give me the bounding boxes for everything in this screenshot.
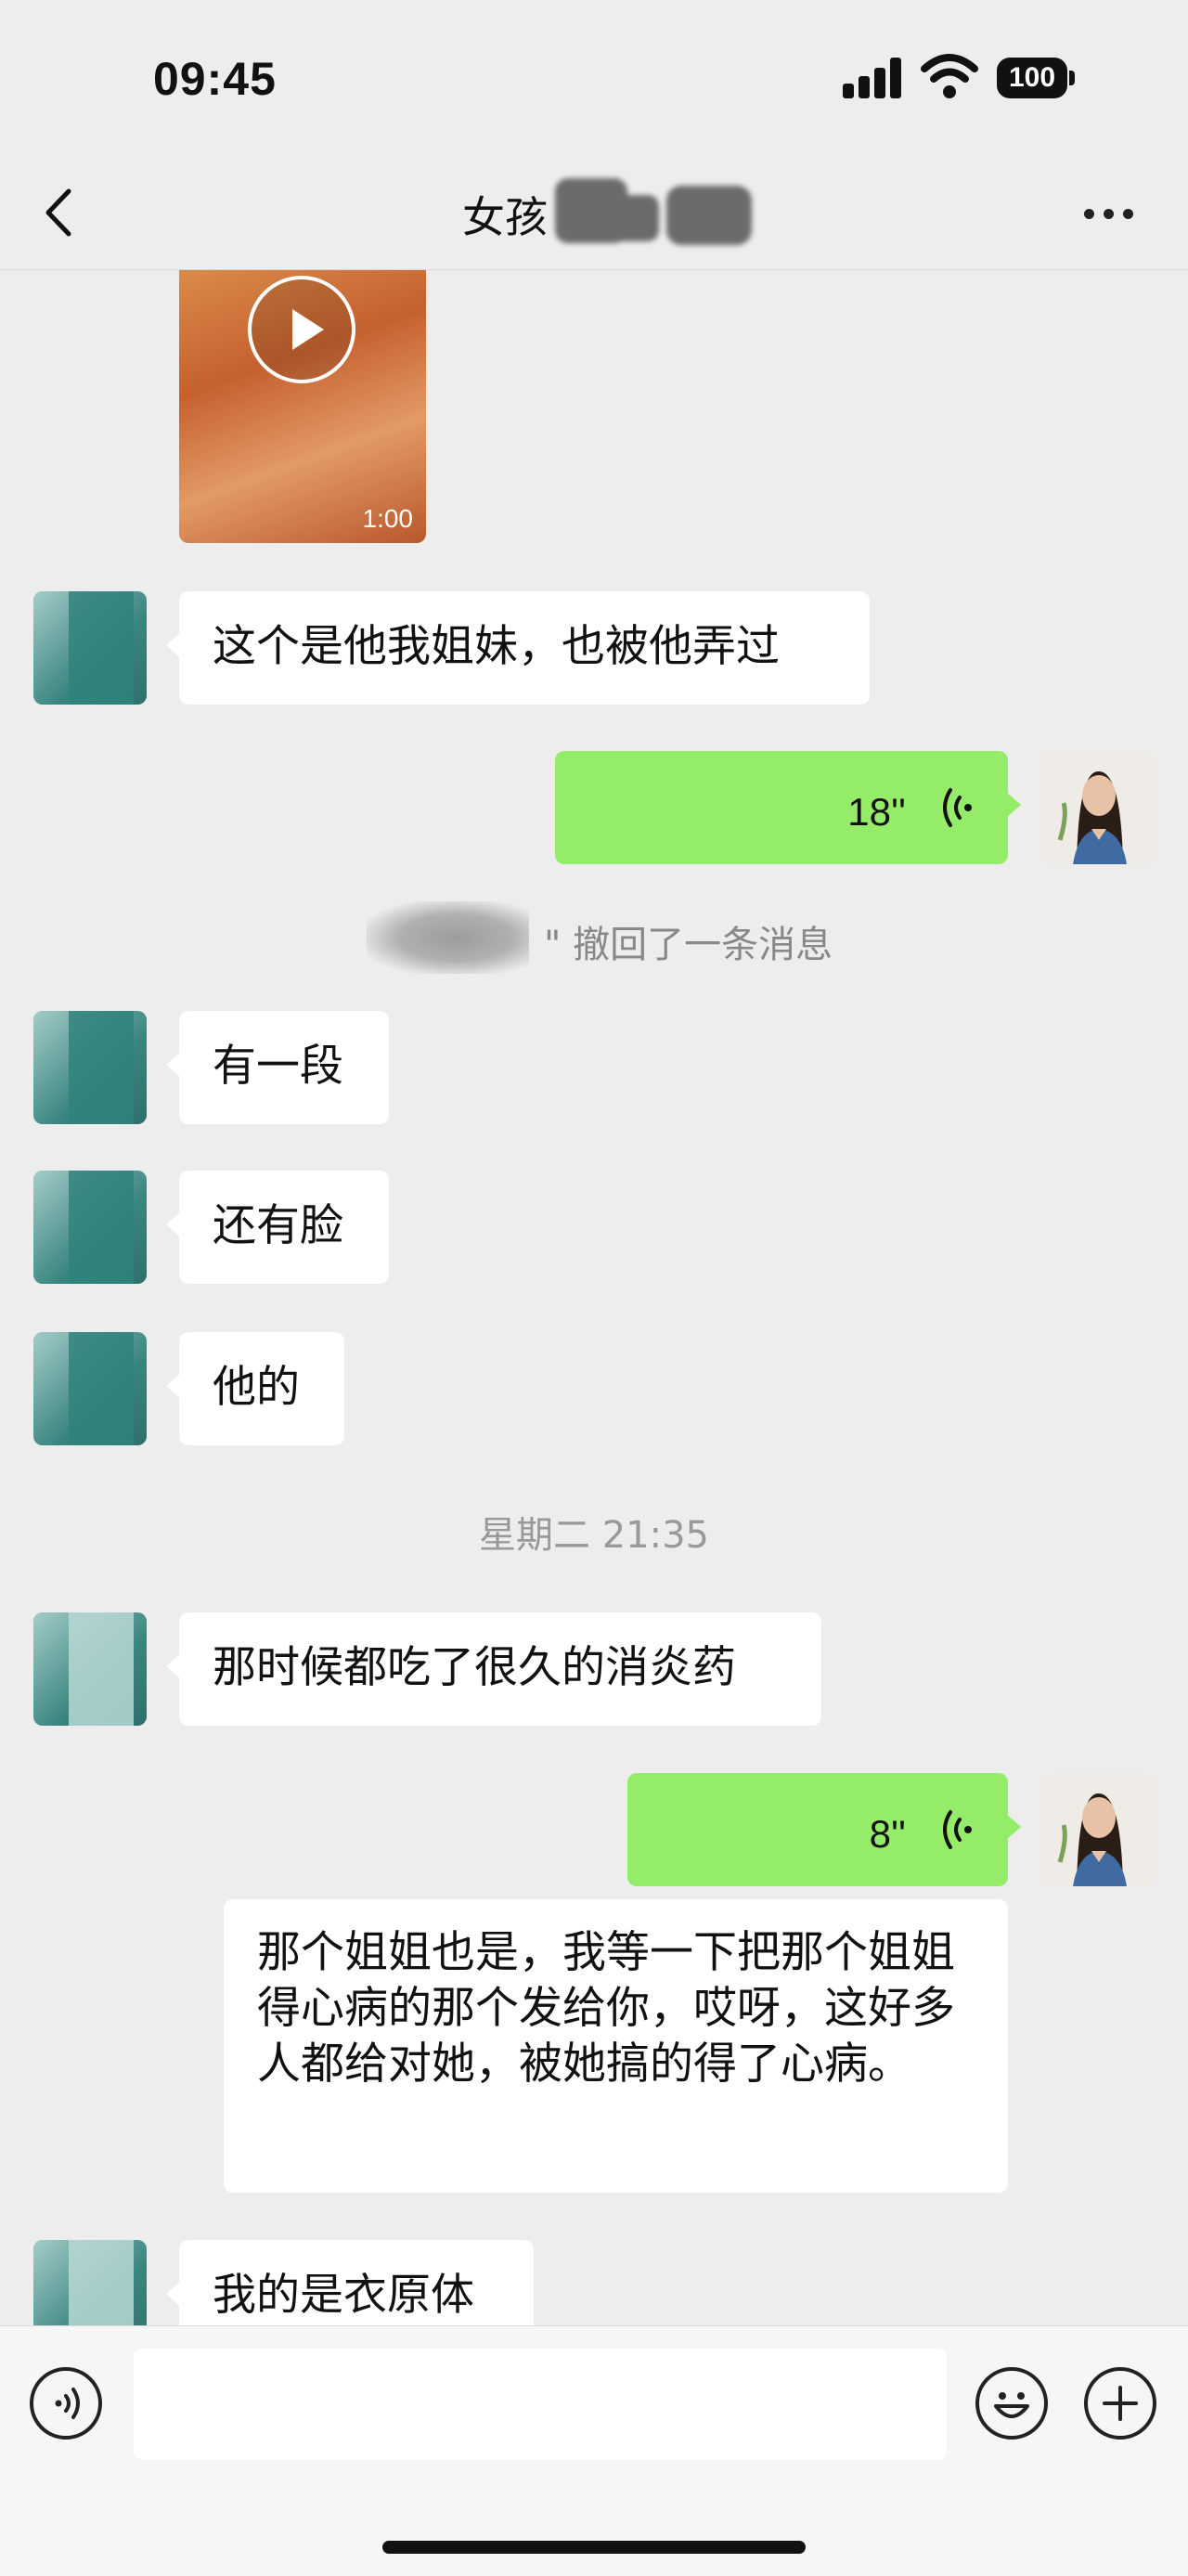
contact-avatar[interactable] [33, 1612, 147, 1726]
battery-level: 100 [997, 58, 1067, 98]
more-dots-icon[interactable] [1077, 186, 1142, 241]
voice-input-glyph [55, 2388, 80, 2419]
status-bar: 09:45 100 [0, 0, 1188, 158]
contact-avatar[interactable] [33, 1011, 147, 1124]
status-time: 09:45 [153, 53, 277, 105]
video-message[interactable]: 1:00 [179, 270, 426, 543]
recall-text: " 撤回了一条消息 [544, 924, 833, 966]
received-message[interactable]: 他的 [166, 1332, 344, 1445]
contact-avatar[interactable] [33, 2240, 147, 2325]
signal-icon [843, 58, 902, 98]
self-avatar-image [1041, 751, 1155, 864]
self-avatar[interactable] [1041, 1773, 1155, 1886]
redacted-name-scribble [555, 178, 752, 245]
received-message[interactable]: 还有脸 [166, 1171, 389, 1284]
plus-glyph [1103, 2386, 1138, 2421]
voice-message[interactable]: 8'' [627, 1773, 1021, 1886]
message-input[interactable] [134, 2349, 947, 2460]
chat-title: 女孩 [462, 192, 548, 242]
received-message[interactable]: 我的是衣原体 [166, 2240, 534, 2325]
emoji-icon[interactable] [975, 2367, 1048, 2440]
wifi-icon [921, 54, 978, 98]
voice-duration: 18'' [847, 790, 906, 834]
emoji-glyph [994, 2392, 1029, 2418]
chat-area[interactable]: 1:00 这个是他我姐妹，也被他弄过 18'' " 撤回了一条消息 有一段 还有… [0, 270, 1188, 2325]
plus-icon[interactable] [1084, 2367, 1156, 2440]
voice-wave-icon [943, 1810, 972, 1849]
redacted-sender [367, 901, 529, 974]
home-indicator[interactable] [382, 2541, 806, 2554]
voice-input-icon[interactable] [30, 2367, 102, 2440]
voice-transcript[interactable]: 那个姐姐也是，我等一下把那个姐姐得心病的那个发给你，哎呀，这好多人都给对她，被她… [224, 1899, 1008, 2193]
received-message[interactable]: 有一段 [166, 1011, 389, 1124]
battery-icon: 100 [997, 58, 1077, 98]
chat-header: 女孩 [0, 158, 1188, 270]
back-chevron-icon[interactable] [35, 176, 87, 249]
self-avatar[interactable] [1041, 751, 1155, 864]
play-icon[interactable] [248, 276, 355, 383]
received-message[interactable]: 这个是他我姐妹，也被他弄过 [166, 591, 870, 705]
input-bar [0, 2325, 1188, 2576]
time-divider: 星期二 21:35 [479, 1514, 709, 1557]
received-message[interactable]: 那时候都吃了很久的消炎药 [166, 1612, 821, 1726]
recall-notice: " 撤回了一条消息 [0, 892, 1188, 976]
video-duration: 1:00 [362, 504, 414, 533]
contact-avatar[interactable] [33, 1332, 147, 1445]
voice-message[interactable]: 18'' [555, 751, 1021, 864]
voice-wave-icon [943, 788, 972, 827]
contact-avatar[interactable] [33, 591, 147, 705]
voice-duration: 8'' [869, 1812, 906, 1856]
self-avatar-image [1041, 1773, 1155, 1886]
contact-avatar[interactable] [33, 1171, 147, 1284]
